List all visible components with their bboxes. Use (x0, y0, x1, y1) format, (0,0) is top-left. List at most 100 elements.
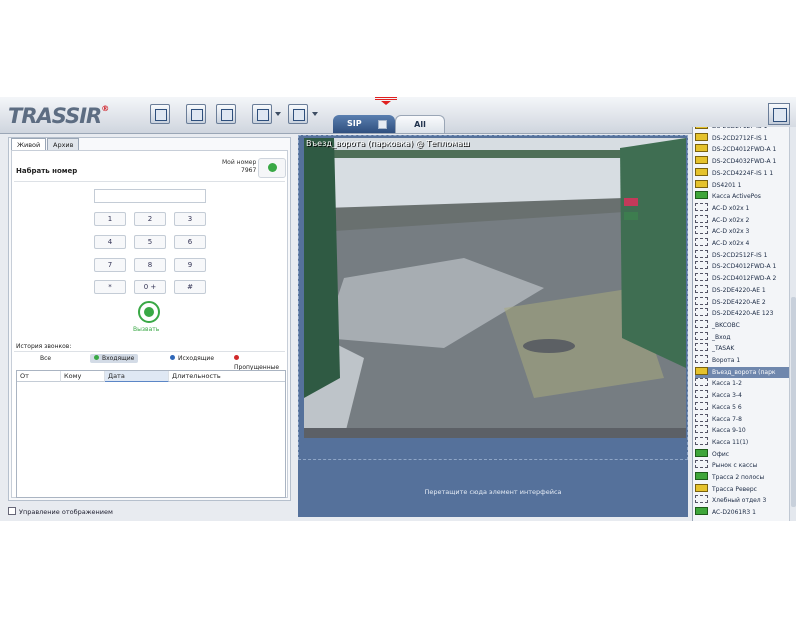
device-item[interactable]: Офис (695, 448, 789, 460)
device-item[interactable]: Касса 11(1) (695, 436, 789, 448)
device-label: DS-2CD4032FWD-A 1 (712, 158, 777, 166)
key-4[interactable]: 4 (94, 235, 126, 249)
device-label: AC-D2061R3 1 (712, 509, 756, 517)
archive-icon (221, 109, 233, 121)
device-item[interactable]: AC-D x02x 3 (695, 226, 789, 237)
call-button[interactable] (138, 301, 160, 323)
device-item[interactable]: DS-2CD2512F-IS 1 (695, 249, 789, 261)
device-item[interactable]: Касса 5 6 (695, 401, 789, 413)
device-item[interactable]: DS-2DE4220-AE 2 (695, 296, 789, 308)
column-date[interactable]: Дата (105, 371, 169, 382)
offline-camera-icon (695, 355, 708, 363)
device-item[interactable]: Трасса 2 полосы (695, 472, 789, 483)
device-label: AC-D x02x 4 (712, 240, 750, 247)
device-item[interactable]: DS-2DE4220-AE 123 (695, 308, 789, 319)
device-label: Касса 9-10 (712, 427, 746, 435)
outgoing-call-icon (170, 355, 175, 360)
column-duration[interactable]: Длительность (169, 371, 285, 382)
device-item[interactable]: Трасса Реверс (695, 483, 789, 495)
device-label: AC-D x02x 1 (712, 204, 750, 212)
camera-view[interactable]: Въезд_ворота (парковка) @ Тепломаш (304, 138, 686, 438)
device-item[interactable]: DS-2CD4012FWD-A 2 (695, 273, 789, 284)
device-item[interactable]: DS-2CD2712F-IS 1 (695, 127, 789, 132)
archive-button[interactable] (216, 104, 236, 124)
device-item[interactable]: AC-D x02x 1 (695, 202, 789, 214)
display-control-checkbox[interactable]: Управление отображением (8, 507, 113, 516)
device-item[interactable]: Касса 7-8 (695, 413, 789, 425)
device-item[interactable]: DS-2DE4220-AE 1 (695, 284, 789, 296)
number-input[interactable] (94, 189, 206, 203)
device-item[interactable]: _TASAK (695, 343, 789, 354)
device-label: DS-2DE4220-AE 123 (712, 310, 774, 318)
camera-icon (695, 366, 708, 375)
device-item[interactable]: AC-D x02x 2 (695, 214, 789, 226)
my-number-call-button[interactable] (258, 158, 286, 178)
device-label: AC-D x02x 2 (712, 216, 750, 224)
device-item[interactable]: DS-2CD4012FWD-A 1 (695, 261, 789, 272)
device-item[interactable]: Касса 3-4 (695, 390, 789, 401)
device-item[interactable]: Касса 9-10 (695, 425, 789, 436)
offline-camera-icon (695, 331, 708, 340)
key-5[interactable]: 5 (134, 235, 166, 249)
scroll-thumb[interactable] (791, 297, 796, 507)
device-item[interactable]: DS-2CD4012FWD-A 1 (695, 144, 789, 155)
key-2[interactable]: 2 (134, 212, 166, 226)
screen-icon (378, 120, 387, 129)
device-label: DS-2DE4220-AE 1 (712, 286, 766, 294)
offline-camera-icon (695, 249, 708, 258)
device-item[interactable]: _Вход (695, 331, 789, 343)
column-to[interactable]: Кому (61, 371, 105, 382)
device-item[interactable]: Хлебный отдел 3 (695, 495, 789, 506)
device-label: Касса 3-4 (712, 392, 742, 400)
layout-button[interactable] (150, 104, 170, 124)
key-3[interactable]: 3 (174, 212, 206, 226)
layout-icon (155, 109, 167, 121)
key-9[interactable]: 9 (174, 258, 206, 272)
device-scrollbar[interactable] (789, 127, 796, 521)
history-tab-all[interactable]: Все (36, 354, 55, 363)
device-label: Трасса Реверс (712, 485, 757, 493)
device-item[interactable]: DS-2CD2712F-IS 1 (695, 132, 789, 144)
device-item[interactable]: Въезд_ворота (парк (695, 366, 789, 378)
online-camera-icon (695, 448, 708, 457)
device-item[interactable]: _BKCOBC (695, 319, 789, 331)
checkbox-icon (8, 507, 16, 515)
tools-button[interactable] (252, 104, 272, 124)
grid-dropdown-icon[interactable] (312, 112, 318, 116)
history-tab-outgoing[interactable]: Исходящие (166, 354, 218, 363)
device-item[interactable]: AC-D2061R3 1 (695, 507, 789, 518)
device-label: Касса 7-8 (712, 415, 742, 423)
key-6[interactable]: 6 (174, 235, 206, 249)
device-item[interactable]: DS-2CD4032FWD-A 1 (695, 156, 789, 167)
key-7[interactable]: 7 (94, 258, 126, 272)
device-item[interactable]: DS-2CD4224F-IS 1 1 (695, 167, 789, 179)
tab-sip[interactable]: SIP (333, 115, 395, 133)
device-item[interactable]: Касса ActivePos (695, 191, 789, 202)
key-8[interactable]: 8 (134, 258, 166, 272)
offline-camera-icon (695, 460, 708, 469)
edit-button[interactable] (186, 104, 206, 124)
device-item[interactable]: Касса 1-2 (695, 378, 789, 389)
device-label: Касса 11(1) (712, 438, 749, 446)
fullscreen-button[interactable] (768, 103, 790, 125)
history-tab-missed[interactable]: Пропущенные (230, 354, 284, 371)
device-label: Ворота 1 (712, 357, 741, 364)
key-0[interactable]: 0 + (134, 280, 166, 294)
dial-title: Набрать номер (16, 167, 78, 175)
device-item[interactable]: AC-D x02x 4 (695, 238, 789, 249)
active-marker-icon (375, 97, 397, 105)
history-tab-incoming[interactable]: Входящие (90, 354, 139, 363)
key-star[interactable]: * (94, 280, 126, 294)
offline-camera-icon (695, 202, 708, 211)
tools-dropdown-icon[interactable] (275, 112, 281, 116)
device-item[interactable]: DS4201 1 (695, 179, 789, 191)
column-from[interactable]: От (17, 371, 61, 382)
camera-title: Въезд_ворота (парковка) @ Тепломаш (306, 139, 470, 148)
grid-button[interactable] (288, 104, 308, 124)
key-1[interactable]: 1 (94, 212, 126, 226)
tab-all[interactable]: All (395, 115, 445, 133)
device-item[interactable]: Ворота 1 (695, 355, 789, 366)
key-hash[interactable]: # (174, 280, 206, 294)
device-label: Въезд_ворота (парк (712, 368, 776, 376)
device-item[interactable]: Рынок с кассы (695, 460, 789, 471)
